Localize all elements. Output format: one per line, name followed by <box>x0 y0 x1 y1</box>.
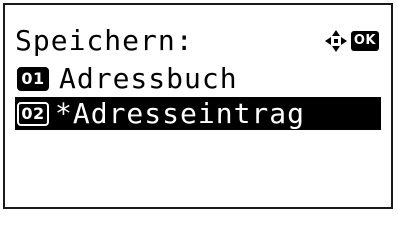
navigation-hint: OK <box>324 29 379 53</box>
menu-item-adressbuch[interactable]: 01 Adressbuch <box>15 62 381 95</box>
menu-item-label: Adressbuch <box>59 61 238 95</box>
ok-key-icon: OK <box>350 31 379 51</box>
menu-list: 01 Adressbuch 02 *Adresseintrag <box>15 62 381 132</box>
item-number-badge: 01 <box>17 66 49 91</box>
dpad-arrows-icon <box>324 30 347 52</box>
menu-item-label: *Adresseintrag <box>55 96 306 130</box>
item-number-badge: 02 <box>17 101 49 126</box>
header-row: Speichern: OK <box>15 25 379 61</box>
menu-item-adresseintrag[interactable]: 02 *Adresseintrag <box>15 97 381 130</box>
screen-title: Speichern: <box>15 24 194 57</box>
panel-display: Speichern: OK 01 Adressbuch 02 *Adressei… <box>3 3 393 209</box>
